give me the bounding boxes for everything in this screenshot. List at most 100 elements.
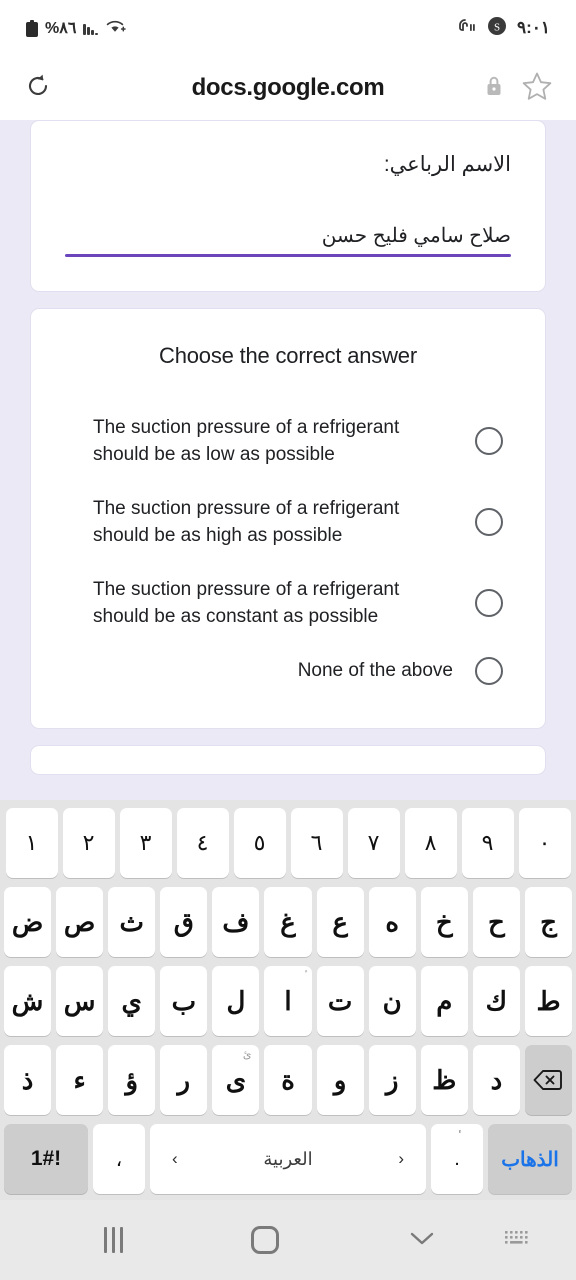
key-sad[interactable]: ص [56, 887, 104, 957]
keyboard-row-2: ش س ي ب ل ٔ ا ت ن م ك ط [3, 966, 573, 1036]
key-ghain[interactable]: غ [264, 887, 312, 957]
mc-option-3-radio[interactable] [475, 589, 503, 618]
key-tha[interactable]: ث [108, 887, 156, 957]
home-icon[interactable] [251, 1226, 279, 1254]
name-answer-value: صلاح سامي فليح حسن [321, 224, 511, 247]
period-key[interactable]: ٔ . [431, 1124, 483, 1194]
key-num-0[interactable]: ٠ [518, 808, 571, 878]
key-seen[interactable]: س [56, 966, 104, 1036]
symbols-key[interactable]: 1#! [4, 1124, 88, 1194]
key-dad[interactable]: ض [3, 887, 52, 957]
status-bar-right: S ٩:٠١ [455, 16, 550, 41]
name-answer-field[interactable]: صلاح سامي فليح حسن [65, 223, 511, 257]
key-num-6[interactable]: ٦ [290, 808, 343, 878]
app-badge-icon: S [487, 16, 507, 41]
key-ain[interactable]: ع [316, 887, 364, 957]
key-lam[interactable]: ل [212, 966, 260, 1036]
browser-address-bar[interactable]: docs.google.com [0, 56, 576, 120]
key-num-3[interactable]: ٣ [119, 808, 172, 878]
key-num-1[interactable]: ١ [5, 808, 58, 878]
mc-option-1-label: The suction pressure of a refrigerant sh… [93, 416, 400, 466]
keyboard-row-bottom: 1#! ، ‹ العربية › ٔ . الذهاب [4, 1124, 572, 1194]
mc-option-1[interactable]: The suction pressure of a refrigerant sh… [61, 401, 515, 482]
key-waw[interactable]: و [316, 1045, 364, 1115]
key-num-5[interactable]: ٥ [233, 808, 286, 878]
key-num-4[interactable]: ٤ [176, 808, 229, 878]
phone-screen: %٨٦ S ٩:٠١ docs.google.com الاسم الرباعي… [0, 0, 576, 1280]
mc-option-2[interactable]: The suction pressure of a refrigerant sh… [61, 482, 515, 563]
name-answer-underline [65, 253, 511, 257]
key-num-8[interactable]: ٨ [404, 808, 457, 878]
key-ra[interactable]: ر [160, 1045, 208, 1115]
key-zah[interactable]: ظ [420, 1045, 468, 1115]
mc-option-4-label: None of the above [297, 660, 453, 681]
key-alef-maqsura-label: ى [225, 1064, 247, 1095]
lock-icon[interactable] [484, 74, 504, 103]
period-key-label: . [454, 1147, 460, 1170]
key-ba[interactable]: ب [160, 966, 208, 1036]
arabic-keyboard: ١ ٢ ٣ ٤ ٥ ٦ ٧ ٨ ٩ ٠ ض ص ث ق ف غ ع ه خ ح … [0, 800, 576, 1200]
key-noon[interactable]: ن [368, 966, 416, 1036]
key-ta[interactable]: ت [316, 966, 364, 1036]
key-zain[interactable]: ز [368, 1045, 416, 1115]
next-language-arrow[interactable]: › [398, 1149, 404, 1169]
spacebar[interactable]: ‹ العربية › [150, 1124, 426, 1194]
key-ha-marbuta[interactable]: ه [368, 887, 416, 957]
name-question-card: الاسم الرباعي: صلاح سامي فليح حسن [30, 120, 546, 292]
key-alef-label: ا [284, 985, 292, 1016]
mc-option-2-label: The suction pressure of a refrigerant sh… [93, 497, 400, 547]
key-hamza[interactable]: ء [56, 1045, 104, 1115]
next-question-card-partial [30, 744, 546, 775]
reload-icon[interactable] [22, 70, 54, 107]
mc-option-3[interactable]: The suction pressure of a refrigerant sh… [61, 563, 515, 644]
key-alef[interactable]: ٔ ا [264, 966, 312, 1036]
key-ya[interactable]: ي [108, 966, 156, 1036]
key-dal[interactable]: د [472, 1045, 520, 1115]
system-navigation-bar [0, 1200, 576, 1280]
mc-option-4[interactable]: None of the above [61, 644, 515, 698]
key-waw-hamza[interactable]: ؤ [108, 1045, 156, 1115]
comma-key[interactable]: ، [93, 1124, 145, 1194]
status-bar-left: %٨٦ [26, 18, 126, 39]
mc-option-4-radio[interactable] [475, 656, 503, 685]
key-fa[interactable]: ف [212, 887, 260, 957]
mc-question-card: Choose the correct answer The suction pr… [30, 307, 546, 729]
go-key[interactable]: الذهاب [488, 1124, 572, 1194]
key-thal[interactable]: ذ [3, 1045, 52, 1115]
cellular-signal-icon [83, 21, 98, 35]
mc-option-1-radio[interactable] [475, 427, 503, 456]
wifi-icon [105, 18, 126, 39]
keyboard-row-1: ض ص ث ق ف غ ع ه خ ح ج [3, 887, 573, 957]
key-hah[interactable]: ح [472, 887, 520, 957]
svg-text:S: S [494, 21, 500, 33]
key-num-7[interactable]: ٧ [347, 808, 400, 878]
mc-option-2-radio[interactable] [475, 508, 503, 537]
recents-icon[interactable] [104, 1227, 123, 1253]
status-bar: %٨٦ S ٩:٠١ [0, 0, 576, 56]
key-sheen[interactable]: ش [3, 966, 52, 1036]
name-question-label: الاسم الرباعي: [383, 153, 511, 176]
mc-question-title: Choose the correct answer [159, 342, 417, 368]
key-qaf[interactable]: ق [160, 887, 208, 957]
keyboard-language-label: العربية [263, 1148, 313, 1169]
clock-label: ٩:٠١ [516, 18, 550, 37]
key-alef-maqsura[interactable]: ئ ى [212, 1045, 260, 1115]
key-tah[interactable]: ط [524, 966, 573, 1036]
battery-icon [26, 19, 38, 37]
keyboard-row-numbers: ١ ٢ ٣ ٤ ٥ ٦ ٧ ٨ ٩ ٠ [4, 808, 572, 878]
key-num-9[interactable]: ٩ [461, 808, 514, 878]
key-kha[interactable]: خ [420, 887, 468, 957]
key-alef-maqsura-superscript: ئ [242, 1049, 252, 1061]
key-num-2[interactable]: ٢ [62, 808, 115, 878]
key-kaf[interactable]: ك [472, 966, 520, 1036]
key-ta-marbuta[interactable]: ة [264, 1045, 312, 1115]
star-outline-icon[interactable] [520, 69, 554, 108]
vibrate-icon [455, 17, 477, 40]
chevron-down-icon[interactable] [407, 1228, 437, 1253]
backspace-icon[interactable] [524, 1045, 573, 1115]
battery-percent-label: %٨٦ [45, 20, 77, 37]
keyboard-switch-icon[interactable] [503, 1227, 533, 1254]
key-meem[interactable]: م [420, 966, 468, 1036]
keyboard-row-3: ذ ء ؤ ر ئ ى ة و ز ظ د [3, 1045, 573, 1115]
key-jeem[interactable]: ج [524, 887, 573, 957]
